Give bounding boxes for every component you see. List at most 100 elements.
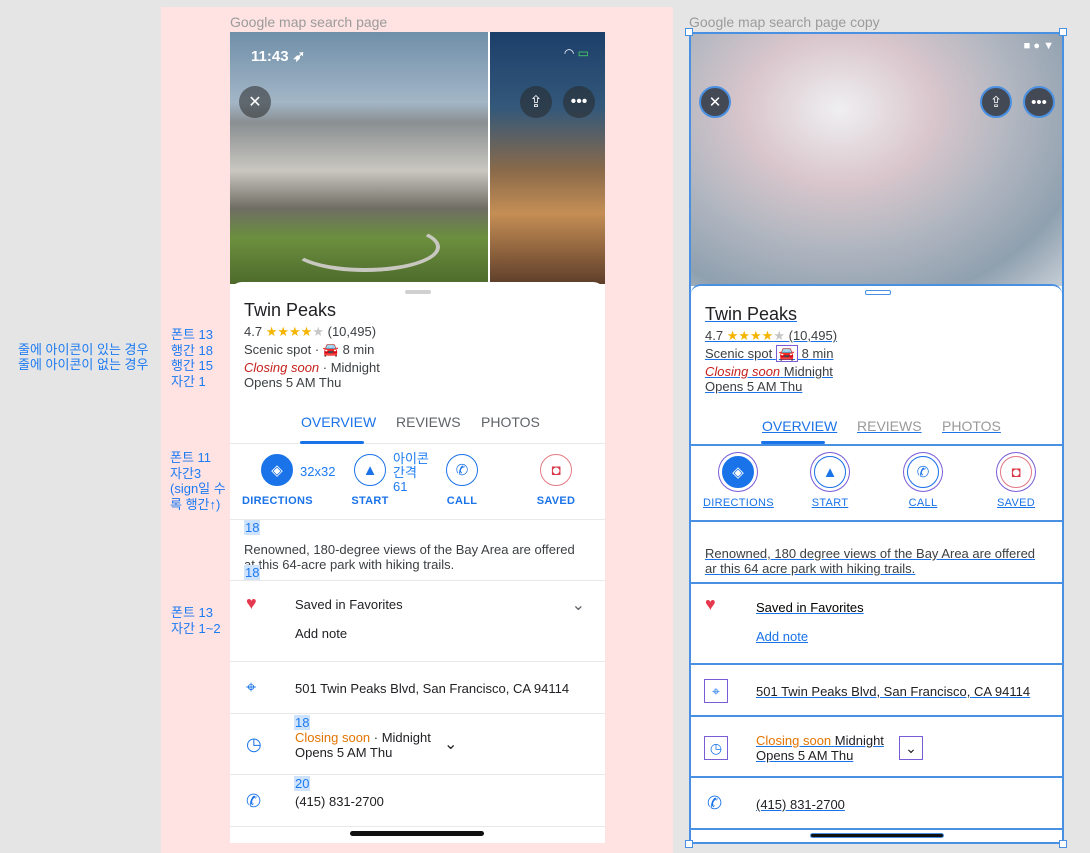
- chevron-down-icon[interactable]: ⌄: [899, 736, 923, 760]
- opens-text: Opens 5 AM Thu: [295, 745, 393, 760]
- place-description: Renowned, 180 degree views of the Bay Ar…: [705, 546, 1036, 576]
- location-pin-icon: ⌖: [246, 677, 257, 697]
- directions-icon: ◈: [722, 456, 754, 488]
- tab-photos[interactable]: PHOTOS: [942, 418, 1001, 434]
- closing-time: Midnight: [330, 360, 380, 375]
- tab-reviews[interactable]: REVIEWS: [396, 414, 461, 430]
- hours-line: Closing soon Midnight: [705, 364, 833, 379]
- hero-photo-main[interactable]: [230, 32, 488, 284]
- directions-icon: ◈: [261, 454, 293, 486]
- spacing-note: 18: [244, 520, 261, 535]
- directions-label: DIRECTIONS: [703, 497, 774, 509]
- sheet-handle[interactable]: [865, 290, 891, 295]
- star-empty-icon: ★: [773, 328, 785, 343]
- icon-gap-note: 아이콘 간격 61: [393, 452, 429, 494]
- rating-value: 4.7: [705, 328, 724, 343]
- chevron-down-icon[interactable]: ⌄: [444, 734, 457, 754]
- status-icons: ◠ ▭: [564, 46, 589, 60]
- close-button[interactable]: ✕: [699, 86, 731, 118]
- spec-line: 61: [393, 479, 408, 494]
- place-title: Twin Peaks: [244, 300, 337, 320]
- note-with-icon: 줄에 아이콘이 있는 경우: [18, 342, 149, 357]
- resize-handle[interactable]: [1059, 840, 1067, 848]
- closing-time: Midnight: [783, 364, 833, 379]
- resize-handle[interactable]: [1059, 28, 1067, 36]
- share-button[interactable]: ⇪: [980, 86, 1012, 118]
- phone-row[interactable]: ✆ (415) 831-2700: [691, 778, 1062, 829]
- directions-button[interactable]: ◈ DIRECTIONS: [242, 454, 313, 507]
- call-button[interactable]: ✆ CALL: [888, 456, 958, 509]
- add-note-link[interactable]: Add note: [756, 629, 808, 644]
- spacing-note: 20: [294, 776, 311, 791]
- spec-line: 자간 1: [171, 373, 206, 389]
- phone-icon: ✆: [907, 456, 939, 488]
- sheet-handle[interactable]: [405, 290, 431, 294]
- more-button[interactable]: •••: [563, 86, 595, 118]
- tab-reviews[interactable]: REVIEWS: [857, 418, 922, 434]
- close-button[interactable]: ✕: [239, 86, 271, 118]
- category-line: Scenic spot · 🚘 8 min: [244, 342, 375, 357]
- review-count: (10,495): [788, 328, 838, 343]
- saved-row: ♥ Saved in Favorites ⌄ Add note: [230, 580, 605, 660]
- place-description: Renowned, 180-degree views of the Bay Ar…: [244, 542, 575, 572]
- resize-handle[interactable]: [685, 840, 693, 848]
- phone-frame-copy: ✕ ⇪ ••• ■ ● ▼ Twin Peaks 4.7 ★★★★★ (10,4…: [689, 32, 1064, 844]
- hours-text: Closing soon Midnight: [756, 733, 884, 748]
- start-button[interactable]: ▲ START: [795, 456, 865, 509]
- battery-icon: ▭: [577, 46, 589, 60]
- spec-line: 행간 15: [171, 358, 213, 373]
- status-icons: ■ ● ▼: [1024, 40, 1054, 52]
- rating-line[interactable]: 4.7 ★★★★★ (10,495): [244, 324, 376, 340]
- saved-button[interactable]: ◘ SAVED: [521, 454, 591, 507]
- add-note-link[interactable]: Add note: [295, 626, 347, 641]
- address-row[interactable]: ⌖ 501 Twin Peaks Blvd, San Francisco, CA…: [691, 665, 1062, 716]
- clock-icon: ◷: [704, 736, 728, 760]
- spec-text-notes: 폰트 13 행간 18 행간 15 자간 1: [171, 327, 213, 389]
- directions-button[interactable]: ◈ DIRECTIONS: [703, 456, 774, 509]
- frame-title-b: Google map search page copy: [689, 14, 880, 30]
- wifi-icon: ◠: [563, 46, 575, 60]
- category-line: Scenic spot 🚘 8 min: [705, 345, 833, 362]
- rating-line[interactable]: 4.7 ★★★★★ (10,495): [705, 328, 837, 344]
- tab-photos[interactable]: PHOTOS: [481, 414, 540, 430]
- category-text: Scenic spot: [705, 346, 773, 361]
- hero-photo-secondary[interactable]: [490, 32, 605, 284]
- home-indicator: [810, 833, 944, 838]
- hours-row[interactable]: ◷ Closing soon Midnight Opens 5 AM Thu ⌄: [691, 717, 1062, 776]
- tab-overview[interactable]: OVERVIEW: [762, 418, 837, 434]
- saved-label: SAVED: [536, 495, 576, 507]
- directions-label: DIRECTIONS: [242, 495, 313, 507]
- rating-value: 4.7: [244, 324, 263, 339]
- spec-line: 행간 18: [171, 342, 213, 358]
- address-row[interactable]: ⌖ 501 Twin Peaks Blvd, San Francisco, CA…: [230, 661, 605, 713]
- divider: [691, 520, 1062, 522]
- action-bar: ◈ DIRECTIONS ▲ START ✆ CALL ◘ SAVED: [691, 446, 1062, 522]
- more-icon: •••: [570, 93, 588, 110]
- opens-text: Opens 5 AM Thu: [756, 748, 854, 763]
- action-bar: ◈ DIRECTIONS ▲ START ✆ CALL ◘ SAVED 32x3…: [230, 444, 605, 520]
- tab-overview[interactable]: OVERVIEW: [301, 414, 376, 430]
- start-label: START: [811, 497, 849, 509]
- category-text: Scenic spot: [244, 342, 312, 357]
- saved-label: SAVED: [997, 497, 1035, 509]
- share-button[interactable]: ⇪: [520, 86, 552, 118]
- hero-placeholder[interactable]: [691, 34, 1062, 286]
- spec-button-notes: 폰트 11 자간3 (sign일 수 록 행간↑): [170, 450, 226, 512]
- chevron-down-icon[interactable]: ⌄: [572, 595, 585, 615]
- hours-row[interactable]: 18 ◷ Closing soon · Midnight Opens 5 AM …: [230, 713, 605, 774]
- phone-icon: ✆: [446, 454, 478, 486]
- phone-row[interactable]: 20 ✆ (415) 831-2700: [230, 774, 605, 826]
- resize-handle[interactable]: [685, 28, 693, 36]
- saved-text: Saved in Favorites: [295, 597, 403, 612]
- spec-line: 폰트 13: [171, 605, 213, 620]
- square-icon: ■: [1023, 40, 1031, 52]
- more-button[interactable]: •••: [1023, 86, 1055, 118]
- address-text: 501 Twin Peaks Blvd, San Francisco, CA 9…: [295, 681, 570, 696]
- status-time: 11:43 ➶: [251, 47, 305, 65]
- hero-photos: [230, 32, 605, 284]
- closing-time: Midnight: [381, 730, 431, 745]
- bookmark-icon: ◘: [540, 454, 572, 486]
- saved-button[interactable]: ◘ SAVED: [981, 456, 1051, 509]
- call-button[interactable]: ✆ CALL: [427, 454, 497, 507]
- start-label: START: [351, 495, 389, 507]
